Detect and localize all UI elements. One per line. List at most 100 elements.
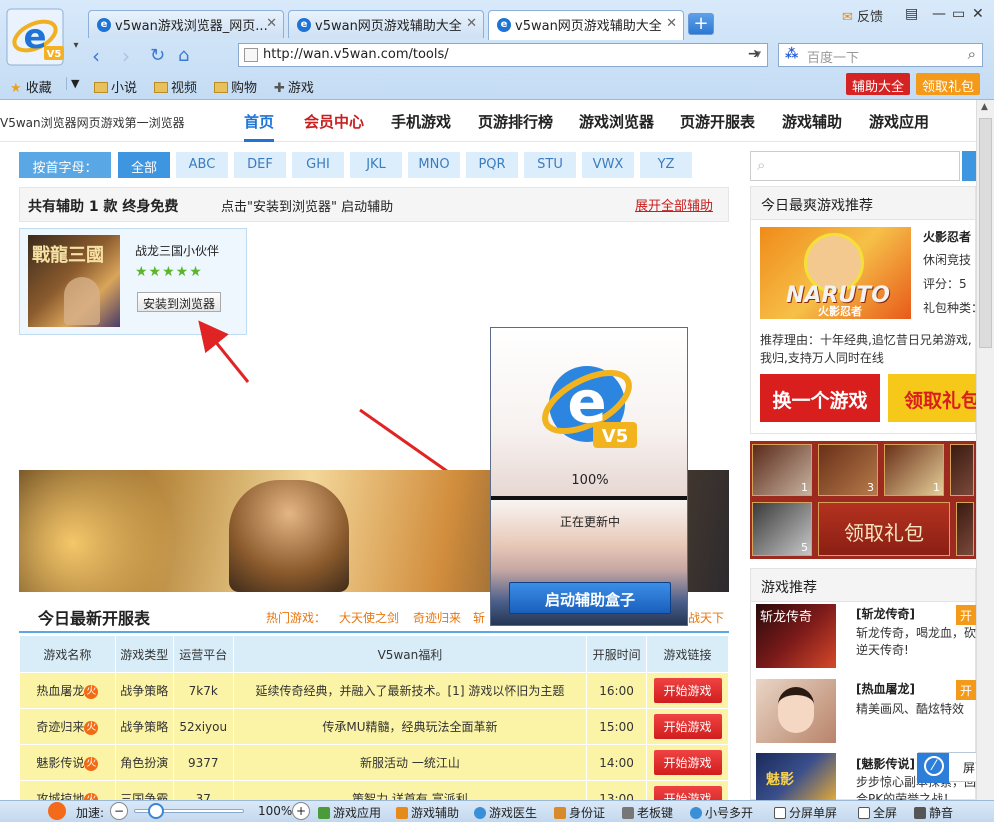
- scroll-thumb[interactable]: [979, 118, 992, 348]
- letter-mno[interactable]: MNO: [408, 152, 460, 178]
- nav-game-assist[interactable]: 游戏辅助: [782, 111, 842, 132]
- tab-1[interactable]: e v5wan游戏浏览器_网页... ✕: [88, 10, 284, 38]
- status-game-doctor[interactable]: 游戏医生: [474, 804, 537, 821]
- gift-item-slot[interactable]: [956, 502, 974, 556]
- gift-item-slot[interactable]: 5: [752, 502, 812, 556]
- rec-title-1[interactable]: [斩龙传奇]: [856, 605, 915, 622]
- feedback-link[interactable]: ✉ 反馈: [842, 6, 883, 25]
- search-icon[interactable]: ⌕: [968, 45, 976, 63]
- nav-game-apps[interactable]: 游戏应用: [869, 111, 929, 132]
- address-bar[interactable]: http://wan.v5wan.com/tools/ ▾: [238, 43, 768, 67]
- refresh-icon[interactable]: ↻: [150, 45, 165, 66]
- gift-item-slot[interactable]: [950, 444, 974, 496]
- bookmark-games[interactable]: ✚ 游戏: [274, 77, 314, 96]
- menu-icon[interactable]: ▤: [905, 6, 918, 22]
- close-icon[interactable]: ✕: [266, 16, 277, 31]
- window-close-icon[interactable]: ✕: [972, 6, 984, 22]
- go-icon[interactable]: ➔: [748, 46, 760, 62]
- minimize-icon[interactable]: —: [932, 6, 946, 22]
- play-button[interactable]: 开始游戏: [653, 678, 722, 703]
- nav-home[interactable]: 首页: [244, 111, 275, 142]
- rec-title-3[interactable]: [魅影传说]: [856, 755, 915, 772]
- zoom-slider-knob[interactable]: [147, 803, 164, 819]
- favorites-button[interactable]: ★ 收藏: [10, 77, 52, 96]
- letter-ghi[interactable]: GHI: [292, 152, 344, 178]
- install-button[interactable]: 安装到浏览器: [137, 292, 222, 312]
- new-tab-button[interactable]: +: [688, 13, 714, 35]
- naruto-thumbnail[interactable]: NARUTO 火影忍者: [760, 227, 911, 319]
- status-game-apps[interactable]: 游戏应用: [318, 804, 381, 821]
- hot-game-3[interactable]: 斩: [473, 609, 485, 626]
- status-mute[interactable]: 静音: [914, 804, 953, 821]
- letter-abc[interactable]: ABC: [176, 152, 228, 178]
- zoom-out-icon[interactable]: −: [110, 802, 128, 820]
- tab-3-active[interactable]: e v5wan网页游戏辅助大全 ✕: [488, 10, 684, 40]
- letter-def[interactable]: DEF: [234, 152, 286, 178]
- bookmark-video[interactable]: 视频: [154, 77, 197, 96]
- status-boss-key[interactable]: 老板键: [622, 804, 673, 821]
- status-split-screen[interactable]: 分屏单屏: [774, 804, 837, 821]
- nav-server-table[interactable]: 页游开服表: [680, 111, 755, 132]
- status-multi-open[interactable]: 小号多开: [690, 804, 753, 821]
- scroll-up-icon[interactable]: ▲: [981, 102, 988, 112]
- browser-logo[interactable]: e V5 ▾: [6, 8, 82, 68]
- tab-2[interactable]: e v5wan网页游戏辅助大全 ✕: [288, 10, 484, 38]
- nav-member[interactable]: 会员中心: [304, 111, 364, 132]
- rec-thumbnail-3[interactable]: 魅影: [756, 753, 836, 800]
- cell-platform: 7k7k: [172, 672, 234, 709]
- page-scrollbar[interactable]: ▲: [976, 100, 994, 800]
- back-icon[interactable]: ‹: [92, 44, 100, 68]
- gift-item-slot[interactable]: 1: [884, 444, 944, 496]
- letter-pqr[interactable]: PQR: [466, 152, 518, 178]
- status-id-card[interactable]: 身份证: [554, 804, 605, 821]
- search-input[interactable]: ⁂ 百度一下 ⌕: [778, 43, 983, 67]
- claim-gift-big-button[interactable]: 领取礼包: [818, 502, 950, 556]
- letter-yz[interactable]: YZ: [640, 152, 692, 178]
- close-icon[interactable]: ✕: [466, 16, 477, 31]
- favorites-dropdown-icon[interactable]: ▼: [66, 77, 79, 90]
- letter-stu[interactable]: STU: [524, 152, 576, 178]
- hot-game-1[interactable]: 大天使之剑: [339, 609, 399, 626]
- claim-gift-button[interactable]: 领取礼包: [888, 374, 976, 422]
- gift-item-slot[interactable]: 3: [818, 444, 878, 496]
- rec-open-tag[interactable]: 开: [956, 605, 976, 625]
- zoom-in-icon[interactable]: +: [292, 802, 310, 820]
- status-fullscreen[interactable]: 全屏: [858, 804, 897, 821]
- play-button[interactable]: 开始游戏: [653, 750, 722, 775]
- home-icon[interactable]: ⌂: [178, 45, 189, 66]
- assist-all-button[interactable]: 辅助大全: [846, 73, 911, 95]
- nav-mobile-games[interactable]: 手机游戏: [391, 111, 451, 132]
- status-game-assist[interactable]: 游戏辅助: [396, 804, 459, 821]
- bookmark-shopping[interactable]: 购物: [214, 77, 257, 96]
- forward-icon[interactable]: ›: [122, 44, 130, 68]
- rec-thumbnail-1[interactable]: 斩龙传奇: [756, 604, 836, 668]
- letter-jkl[interactable]: JKL: [350, 152, 402, 178]
- side-search-input[interactable]: ⌕: [750, 151, 960, 181]
- play-button[interactable]: 开始游戏: [653, 714, 722, 739]
- nav-ranking[interactable]: 页游排行榜: [478, 111, 553, 132]
- hot-game-tail[interactable]: 战天下: [688, 609, 724, 626]
- gift-item-slot[interactable]: 1: [752, 444, 812, 496]
- expand-all-link[interactable]: 展开全部辅助: [635, 195, 713, 214]
- launch-assist-button[interactable]: 启动辅助盒子: [509, 582, 671, 614]
- switch-game-button[interactable]: 换一个游戏: [760, 374, 880, 422]
- cell-name[interactable]: 魅影传说火: [19, 744, 116, 781]
- zoom-slider[interactable]: [134, 803, 244, 819]
- tool-thumbnail[interactable]: 戰龍三國: [28, 235, 120, 327]
- hot-game-2[interactable]: 奇迹归来: [413, 609, 461, 626]
- bookmark-novel[interactable]: 小说: [94, 77, 137, 96]
- cell-name[interactable]: 热血屠龙火: [19, 672, 116, 709]
- game-name[interactable]: 火影忍者: [923, 228, 971, 245]
- side-search-button[interactable]: [962, 151, 976, 181]
- speed-icon[interactable]: [48, 802, 66, 820]
- maximize-icon[interactable]: ▭: [952, 6, 965, 22]
- letter-vwx[interactable]: VWX: [582, 152, 634, 178]
- rec-open-tag[interactable]: 开: [956, 680, 976, 700]
- close-icon[interactable]: ✕: [666, 16, 677, 31]
- letter-all[interactable]: 全部: [118, 152, 170, 178]
- rec-thumbnail-2[interactable]: [756, 679, 836, 743]
- cell-name[interactable]: 奇迹归来火: [19, 708, 116, 745]
- gift-button[interactable]: 领取礼包: [916, 73, 981, 95]
- nav-browser[interactable]: 游戏浏览器: [579, 111, 654, 132]
- rec-title-2[interactable]: [热血屠龙]: [856, 680, 915, 697]
